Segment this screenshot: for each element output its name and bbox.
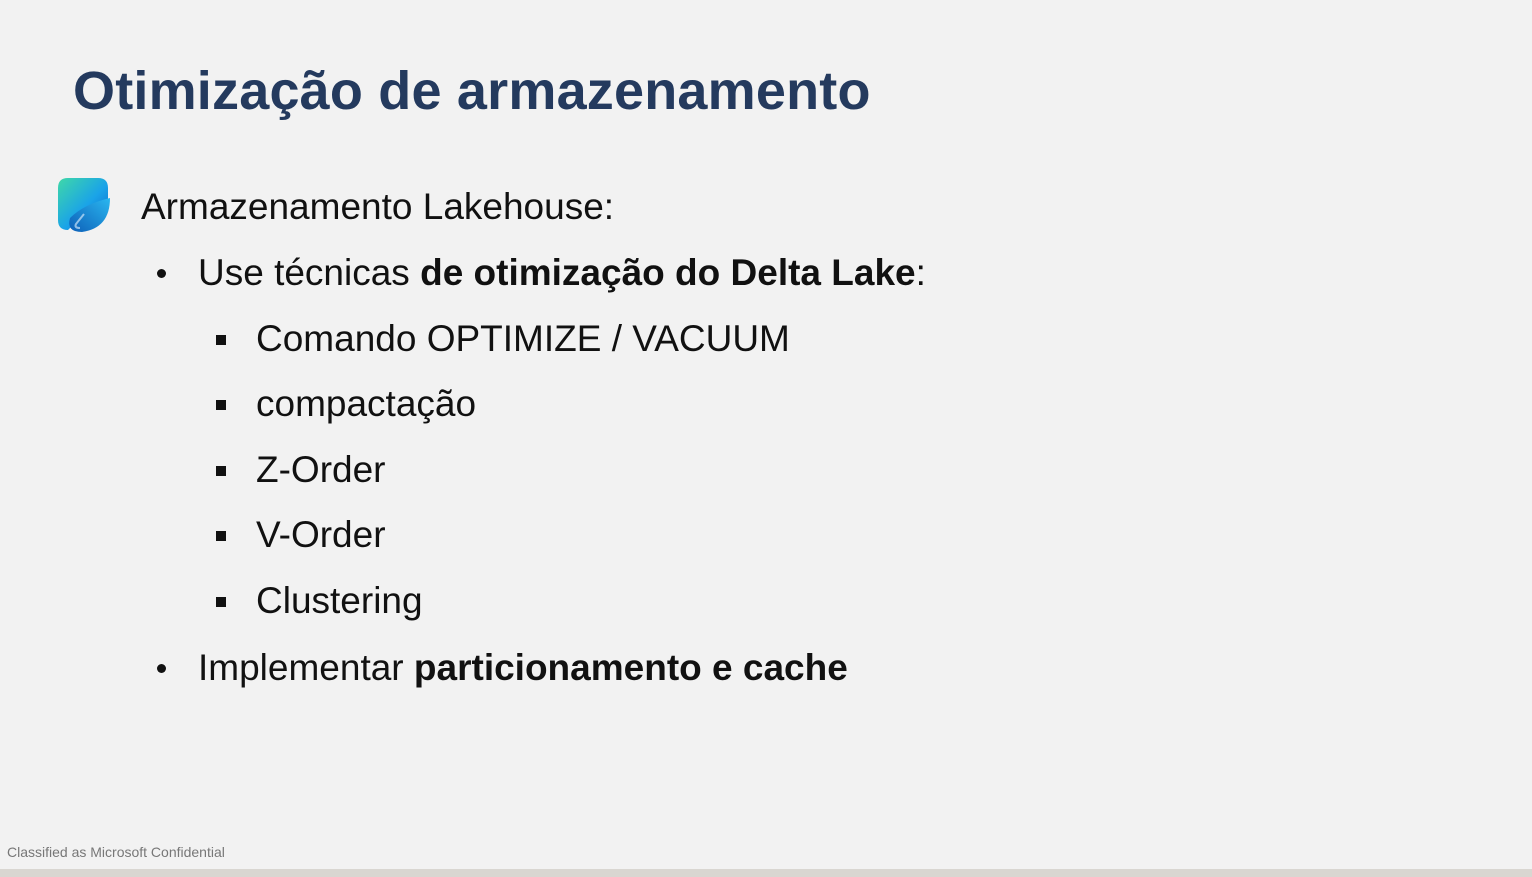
sub-item: Z-Order (256, 449, 386, 490)
sub-item: Clustering (256, 580, 423, 621)
bullet-prefix: Use técnicas (198, 252, 421, 293)
slide: Otimização de armazenamento Armazenament… (0, 0, 1532, 869)
sub-item: Comando OPTIMIZE / VACUUM (256, 318, 790, 359)
bullet-bold-text: particionamento e cache (413, 647, 848, 688)
slide-title: Otimização de armazenamento (73, 61, 871, 121)
sub-bullet-square (216, 466, 226, 476)
bullet-prefix: Implementar (198, 647, 414, 688)
sub-bullet-square (216, 400, 226, 410)
microsoft-fabric-logo-icon (58, 178, 110, 232)
sub-item: V-Order (256, 514, 386, 555)
heading-lakehouse-storage: Armazenamento Lakehouse: (141, 186, 615, 227)
bullet-bold-text: de otimização do Delta Lake (420, 252, 916, 293)
bullet-dot (157, 664, 166, 673)
sub-bullet-square (216, 335, 226, 345)
classification-footer: Classified as Microsoft Confidential (7, 844, 225, 860)
sub-item: compactação (256, 383, 477, 424)
sub-bullet-square (216, 597, 226, 607)
bullet-suffix: : (915, 252, 926, 293)
bottom-strip (0, 869, 1532, 877)
sub-bullet-square (216, 531, 226, 541)
bullet-partitioning-cache: Implementar particionamento e cache (198, 647, 848, 689)
bullet-dot (157, 269, 166, 278)
bullet-delta-lake-techniques: Use técnicas de otimização do Delta Lake… (198, 252, 926, 294)
